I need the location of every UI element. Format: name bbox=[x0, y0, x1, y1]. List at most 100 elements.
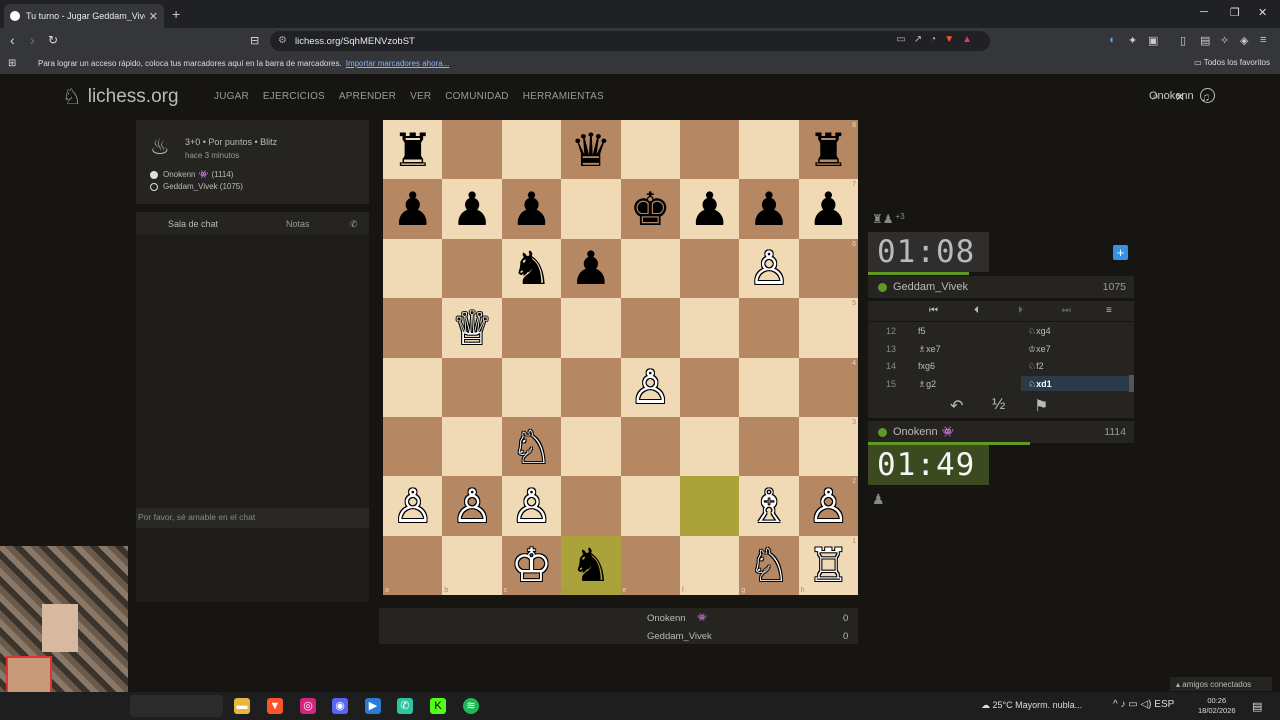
brave-icon[interactable]: ▼ bbox=[267, 698, 283, 714]
app-icon[interactable]: ▶ bbox=[365, 698, 381, 714]
rss-icon[interactable]: ◔ bbox=[930, 34, 944, 45]
piece-d1[interactable]: ♞ bbox=[561, 536, 620, 595]
piece-d8[interactable]: ♛ bbox=[561, 120, 620, 179]
black-move[interactable]: ♘xg4 bbox=[1028, 326, 1051, 337]
square-b1[interactable]: b bbox=[442, 535, 502, 595]
piece-b7[interactable]: ♟ bbox=[442, 179, 501, 238]
piece-c3[interactable]: ♘ bbox=[502, 417, 561, 476]
square-d2[interactable] bbox=[561, 476, 621, 536]
square-g4[interactable] bbox=[739, 357, 799, 417]
brave-shield-icon[interactable]: ▼ bbox=[944, 34, 962, 45]
white-player-row[interactable]: Onokenn 👾 (1114) bbox=[150, 170, 233, 179]
nav-community[interactable]: COMUNIDAD bbox=[445, 91, 508, 102]
square-b3[interactable] bbox=[442, 416, 502, 477]
square-c8[interactable] bbox=[501, 120, 562, 180]
square-h5[interactable]: 5 bbox=[798, 298, 858, 358]
square-f5[interactable] bbox=[679, 298, 740, 358]
square-e8[interactable] bbox=[620, 120, 680, 180]
system-clock[interactable]: 00:26 18/02/2026 bbox=[1198, 696, 1236, 716]
piece-d6[interactable]: ♟ bbox=[561, 239, 620, 298]
square-f1[interactable]: f bbox=[679, 535, 740, 595]
phone-icon[interactable]: ✆ bbox=[350, 219, 358, 230]
square-b8[interactable] bbox=[442, 120, 502, 180]
piece-e7[interactable]: ♚ bbox=[621, 179, 680, 238]
square-d5[interactable] bbox=[561, 298, 621, 358]
taskbar-search[interactable] bbox=[130, 695, 223, 717]
white-move[interactable]: ♗xe7 bbox=[918, 344, 941, 355]
tab-chat[interactable]: Sala de chat bbox=[168, 219, 218, 229]
discord-icon[interactable]: ◉ bbox=[332, 698, 348, 714]
apps-icon[interactable]: ⊞ bbox=[8, 58, 16, 69]
draw-offer-button[interactable]: ½ bbox=[992, 396, 1005, 414]
square-e3[interactable] bbox=[620, 416, 680, 477]
minimize-icon[interactable]: ─ bbox=[1200, 6, 1208, 18]
square-a1[interactable]: a bbox=[383, 535, 443, 595]
whatsapp-icon[interactable]: ✆ bbox=[397, 698, 413, 714]
prev-move-icon[interactable]: ⏴ bbox=[974, 305, 979, 316]
file-explorer-icon[interactable]: ▬ bbox=[234, 698, 250, 714]
own-player[interactable]: Onokenn 👾 1114 bbox=[868, 421, 1134, 443]
piece-f7[interactable]: ♟ bbox=[680, 179, 739, 238]
black-move[interactable]: ♘xd1 bbox=[1021, 375, 1129, 391]
last-move-icon[interactable]: ⏭ bbox=[1062, 305, 1071, 316]
browser-tab[interactable]: Tu turno - Jugar Geddam_Vivek ✕ bbox=[4, 4, 164, 28]
square-f4[interactable] bbox=[679, 357, 740, 417]
cast-icon[interactable]: ▭ bbox=[896, 34, 913, 45]
import-bookmarks-link[interactable]: Importar marcadores ahora... bbox=[346, 59, 450, 68]
square-h3[interactable]: 3 bbox=[798, 416, 858, 477]
takeback-icon[interactable]: ↶ bbox=[950, 396, 963, 416]
nav-tools[interactable]: HERRAMIENTAS bbox=[523, 91, 604, 102]
piece-g1[interactable]: ♘ bbox=[739, 536, 798, 595]
piece-c2[interactable]: ♙ bbox=[502, 476, 561, 535]
restore-icon[interactable]: ❐ bbox=[1230, 6, 1240, 19]
tab-notes[interactable]: Notas bbox=[286, 219, 310, 229]
black-move[interactable]: ♘f2 bbox=[1028, 361, 1044, 372]
extensions-icon[interactable]: ✦ bbox=[1128, 34, 1137, 47]
piece-c7[interactable]: ♟ bbox=[502, 179, 561, 238]
lichess-logo[interactable]: ♘ lichess.org bbox=[62, 84, 179, 110]
wallet-icon[interactable]: ◖ bbox=[1108, 34, 1115, 46]
nav-play[interactable]: JUGAR bbox=[214, 91, 249, 102]
vpn-icon[interactable]: ◈ bbox=[1240, 34, 1248, 47]
notification-icon[interactable]: ▤ bbox=[1252, 700, 1262, 713]
kick-icon[interactable]: K bbox=[430, 698, 446, 714]
piece-g2[interactable]: ♗ bbox=[739, 476, 798, 535]
site-info-icon[interactable]: ⚙ bbox=[278, 35, 287, 46]
white-move[interactable]: ♗g2 bbox=[918, 379, 936, 390]
square-c4[interactable] bbox=[501, 357, 562, 417]
wallet2-icon[interactable]: ▤ bbox=[1200, 34, 1210, 47]
square-e2[interactable] bbox=[620, 476, 680, 536]
system-tray[interactable]: ^ ♪ ▭ ◁) ESP bbox=[1113, 699, 1174, 710]
back-icon[interactable]: ‹ bbox=[10, 32, 15, 48]
sidebar-icon[interactable]: ▯ bbox=[1180, 34, 1186, 47]
new-tab-button[interactable]: + bbox=[172, 6, 180, 22]
white-move[interactable]: fxg6 bbox=[918, 361, 935, 371]
add-time-icon[interactable]: + bbox=[1113, 245, 1128, 260]
user-avatar-icon[interactable] bbox=[1200, 88, 1215, 103]
move-list-scrollbar[interactable] bbox=[1129, 375, 1134, 392]
user-menu[interactable]: Onokenn bbox=[1149, 90, 1194, 102]
square-e6[interactable] bbox=[620, 238, 680, 299]
brave-rewards-icon[interactable]: ▲ bbox=[962, 34, 980, 45]
piece-g7[interactable]: ♟ bbox=[739, 179, 798, 238]
piece-a8[interactable]: ♜ bbox=[383, 120, 442, 179]
close-window-icon[interactable]: ✕ bbox=[1258, 6, 1267, 19]
piece-e4[interactable]: ♙ bbox=[621, 358, 680, 417]
square-g3[interactable] bbox=[739, 416, 799, 477]
leo-icon[interactable]: ✧ bbox=[1220, 34, 1229, 47]
media-icon[interactable]: ▣ bbox=[1148, 34, 1158, 47]
white-move[interactable]: f5 bbox=[918, 326, 926, 336]
square-h4[interactable]: 4 bbox=[798, 357, 858, 417]
nav-learn[interactable]: APRENDER bbox=[339, 91, 396, 102]
square-d7[interactable] bbox=[561, 179, 621, 239]
square-b4[interactable] bbox=[442, 357, 502, 417]
square-a5[interactable] bbox=[383, 298, 443, 358]
reload-icon[interactable]: ↻ bbox=[48, 33, 58, 47]
piece-h7[interactable]: ♟ bbox=[799, 179, 858, 238]
tab-close-icon[interactable]: ✕ bbox=[149, 10, 158, 23]
square-f2[interactable] bbox=[679, 476, 740, 536]
spotify-icon[interactable]: ≋ bbox=[463, 698, 479, 714]
piece-c6[interactable]: ♞ bbox=[502, 239, 561, 298]
piece-h2[interactable]: ♙ bbox=[799, 476, 858, 535]
square-a3[interactable] bbox=[383, 416, 443, 477]
